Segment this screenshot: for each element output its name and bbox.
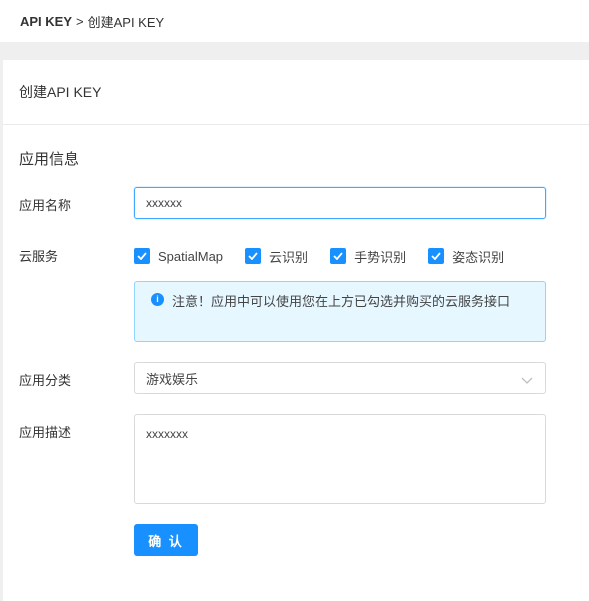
checkbox-label: 云识别 xyxy=(269,249,309,265)
cloud-services-label: 云服务 xyxy=(19,249,59,264)
app-name-input[interactable] xyxy=(134,187,546,219)
breadcrumb-current: 创建API KEY xyxy=(87,14,165,30)
cloud-services-checkbox-group: SpatialMap 云识别 手势识别 姿态识别 xyxy=(134,247,526,265)
breadcrumb-root[interactable]: API KEY xyxy=(20,14,72,29)
checkbox-spatialmap[interactable]: SpatialMap xyxy=(134,248,223,264)
app-name-label: 应用名称 xyxy=(19,198,72,213)
checkbox-checked-icon[interactable] xyxy=(428,248,445,264)
chevron-down-icon xyxy=(521,373,533,388)
checkbox-checked-icon[interactable] xyxy=(330,248,347,264)
category-label: 应用分类 xyxy=(19,373,72,388)
info-icon: i xyxy=(151,293,164,306)
section-title: 应用信息 xyxy=(19,151,80,168)
checkbox-label: 手势识别 xyxy=(354,249,407,265)
notice-text: 注意！应用中可以使用您在上方已勾选并购买的云服务接口 xyxy=(172,294,511,309)
checkbox-label: 姿态识别 xyxy=(452,249,505,265)
checkbox-checked-icon[interactable] xyxy=(245,248,262,264)
checkbox-checked-icon[interactable] xyxy=(134,248,150,264)
checkbox-pose-recognition[interactable]: 姿态识别 xyxy=(428,247,504,266)
cloud-services-notice: i 注意！应用中可以使用您在上方已勾选并购买的云服务接口 xyxy=(134,281,546,342)
breadcrumb: API KEY > 创建API KEY xyxy=(0,0,589,42)
breadcrumb-separator: > xyxy=(76,13,84,29)
create-api-key-card: 创建API KEY 应用信息 应用名称 云服务 SpatialMap 云识别 手… xyxy=(3,60,589,601)
card-header: 创建API KEY xyxy=(3,60,589,125)
description-textarea[interactable]: xxxxxxx xyxy=(134,414,546,504)
category-selected-value: 游戏娱乐 xyxy=(146,371,199,387)
checkbox-gesture-recognition[interactable]: 手势识别 xyxy=(330,247,406,266)
category-select[interactable]: 游戏娱乐 xyxy=(134,362,546,394)
description-label: 应用描述 xyxy=(19,425,72,440)
checkbox-label: SpatialMap xyxy=(158,248,224,264)
confirm-button[interactable]: 确 认 xyxy=(134,524,198,556)
card-title: 创建API KEY xyxy=(19,84,102,100)
checkbox-cloud-recognition[interactable]: 云识别 xyxy=(245,247,308,266)
